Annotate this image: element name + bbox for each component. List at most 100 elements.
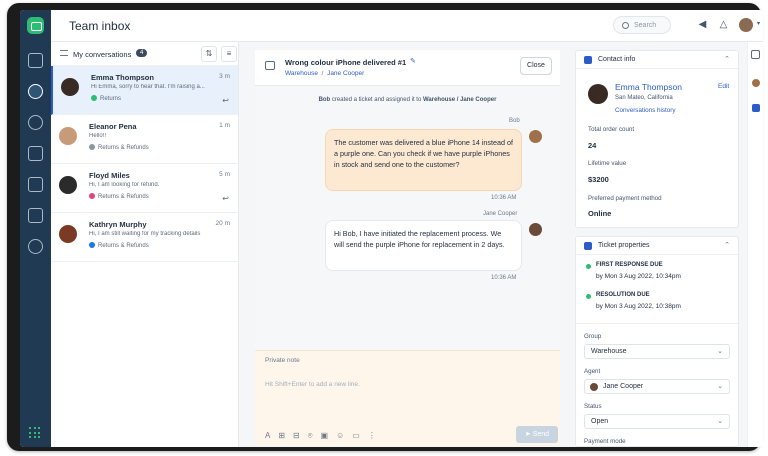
reports-icon[interactable] (28, 208, 43, 223)
agent-label: Agent (584, 368, 601, 375)
menu-icon[interactable] (60, 50, 68, 56)
divider (576, 323, 738, 324)
chevron-down-icon[interactable]: ▾ (753, 19, 763, 30)
list-item[interactable]: Kathryn Murphy 20 m Hi, I am still waiti… (51, 213, 238, 262)
list-header: My conversations 4 ⇅ ≡ (51, 42, 238, 66)
group-select[interactable]: Warehouse ⌄ (584, 344, 730, 359)
facebook-icon (89, 242, 95, 248)
conversation-list: My conversations 4 ⇅ ≡ Emma Thompson 3 m… (51, 42, 239, 447)
search-icon (622, 22, 629, 29)
status-label: Status (584, 403, 602, 410)
sort-button[interactable]: ⇅ (201, 46, 217, 62)
rd-label: RESOLUTION DUE (596, 292, 650, 298)
instagram-icon (89, 193, 95, 199)
side-toolbar (747, 42, 763, 447)
ticket-title: Wrong colour iPhone delivered #1 (285, 58, 407, 67)
message-preview: Hi Emma, sorry to hear that. I'm raising… (91, 84, 205, 90)
agent-link[interactable]: Jane Cooper (327, 70, 364, 77)
private-note-editor[interactable]: Private note Hit Shift+Enter to add a ne… (255, 350, 560, 446)
ltv-label: Lifetime value (588, 160, 627, 167)
avatar (59, 176, 77, 194)
contacts-icon[interactable] (28, 115, 43, 130)
ticket-icon[interactable] (752, 104, 760, 112)
settings-icon[interactable] (28, 239, 43, 254)
reply-icon: ↩ (222, 96, 229, 105)
layout-icon[interactable] (751, 50, 760, 59)
panel-header[interactable]: Contact info ⌃ (576, 51, 738, 69)
avatar (61, 78, 79, 96)
channel-tag: Returns & Refunds (89, 144, 149, 151)
message-author: Jane Cooper (483, 211, 518, 217)
search-input[interactable]: Search (613, 16, 671, 34)
contact-location: San Mateo, California (615, 95, 673, 101)
list-item[interactable]: Emma Thompson 3 m Hi Emma, sorry to hear… (51, 66, 238, 115)
details-pane: Contact info ⌃ Emma Thompson Edit San Mat… (567, 42, 747, 447)
bot-icon[interactable] (28, 177, 43, 192)
ticket-card: Wrong colour iPhone delivered #1 ✎ Wareh… (255, 50, 560, 446)
contact-name: Eleanor Pena (89, 122, 137, 131)
avatar (529, 223, 542, 236)
contact-name: Floyd Miles (89, 171, 130, 180)
user-avatar[interactable] (739, 18, 753, 32)
edit-icon[interactable]: ✎ (410, 57, 416, 65)
channel-tag: Returns & Refunds (89, 242, 149, 249)
apps-grid-icon[interactable] (29, 427, 41, 439)
chevron-down-icon: ⌄ (717, 348, 723, 355)
app-screen: Team inbox Search ◀ △ ▾ My conversations… (20, 10, 763, 447)
close-button[interactable]: Close (520, 57, 552, 75)
timestamp: 5 m (219, 171, 230, 178)
contact-name[interactable]: Emma Thompson (615, 82, 682, 92)
conversation-pane: Wrong colour iPhone delivered #1 ✎ Wareh… (239, 42, 567, 447)
reply-icon: ↩ (222, 194, 229, 203)
whatsapp-icon (91, 95, 97, 101)
collapse-icon: ⌃ (724, 242, 730, 249)
avatar (59, 127, 77, 145)
frd-value: by Mon 3 Aug 2022, 10:34pm (596, 273, 681, 280)
ticket-properties-panel: Ticket properties ⌃ FIRST RESPONSE DUE by… (575, 236, 739, 447)
message-bubble: Hi Bob, I have initiated the replacement… (325, 220, 522, 271)
history-link[interactable]: Conversations history (615, 107, 676, 114)
editor-toolbar[interactable]: A⊞⊟⌾▣☺▭⋮ (265, 431, 384, 441)
group-link[interactable]: Warehouse (285, 70, 318, 77)
avatar (529, 130, 542, 143)
message-timestamp: 10:36 AM (491, 195, 517, 201)
message-preview: Hi, I am looking for refund. (89, 182, 160, 188)
rd-value: by Mon 3 Aug 2022, 10:38pm (596, 303, 681, 310)
note-label: Private note (265, 357, 300, 364)
timestamp: 3 m (219, 73, 230, 80)
chevron-down-icon: ⌄ (717, 383, 723, 390)
inbox-icon[interactable] (28, 84, 43, 99)
status-dot-icon (586, 264, 591, 269)
timestamp: 20 m (215, 220, 230, 227)
agent-select[interactable]: Jane Cooper ⌄ (584, 379, 730, 394)
ticket-assignment: Warehouse / Jane Cooper (285, 70, 365, 77)
timestamp: 1 m (219, 122, 230, 129)
send-button[interactable]: ➤ Send (516, 426, 558, 443)
payment-value: Online (588, 209, 612, 218)
bell-icon[interactable]: △ (718, 19, 729, 30)
status-select[interactable]: Open ⌄ (584, 414, 730, 429)
panel-header[interactable]: Ticket properties ⌃ (576, 237, 738, 255)
ticket-header: Wrong colour iPhone delivered #1 ✎ Wareh… (255, 50, 560, 86)
page-title: Team inbox (69, 19, 131, 33)
message-bubble: The customer was delivered a blue iPhone… (325, 129, 522, 191)
channel-tag: Returns & Refunds (89, 193, 149, 200)
filter-button[interactable]: ≡ (221, 46, 237, 62)
dashboard-icon[interactable] (28, 53, 43, 68)
knowledge-base-icon[interactable] (28, 146, 43, 161)
note-input[interactable]: Hit Shift+Enter to add a new line. (265, 381, 360, 388)
contact-info-panel: Contact info ⌃ Emma Thompson Edit San Mat… (575, 50, 739, 228)
contact-icon[interactable] (752, 79, 760, 87)
status-dot-icon (586, 294, 591, 299)
contact-name: Emma Thompson (91, 73, 154, 82)
ltv-value: $3200 (588, 175, 609, 184)
edit-link[interactable]: Edit (718, 83, 729, 90)
message-preview: Hello!! (89, 133, 107, 139)
payment-mode-label: Payment mode (584, 438, 626, 445)
contact-name: Kathryn Murphy (89, 220, 147, 229)
group-label: Group (584, 333, 602, 340)
list-item[interactable]: Floyd Miles 5 m Hi, I am looking for ref… (51, 164, 238, 213)
frd-label: FIRST RESPONSE DUE (596, 262, 663, 268)
list-item[interactable]: Eleanor Pena 1 m Hello!! Returns & Refun… (51, 115, 238, 164)
megaphone-icon[interactable]: ◀ (697, 19, 708, 30)
